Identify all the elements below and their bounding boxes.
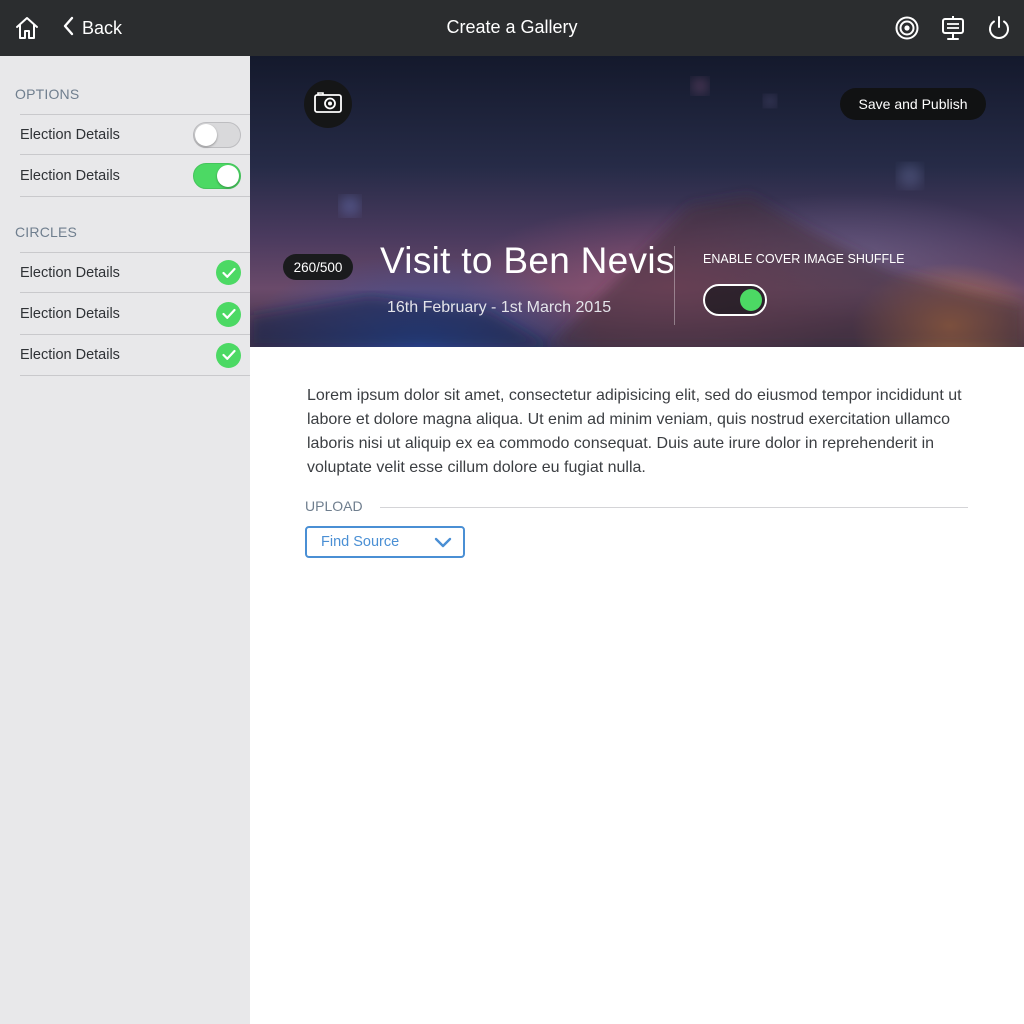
character-counter: 260/500 xyxy=(283,254,353,280)
sidebar: OPTIONS Election Details Election Detail… xyxy=(0,56,250,1024)
checkmark-icon xyxy=(216,342,241,368)
circles-header: CIRCLES xyxy=(15,224,78,240)
option-label: Election Details xyxy=(20,168,120,184)
vertical-divider xyxy=(674,246,675,325)
dropdown-value: Find Source xyxy=(321,534,400,550)
options-header: OPTIONS xyxy=(15,86,80,102)
option-row: Election Details xyxy=(20,156,250,197)
circle-label: Election Details xyxy=(20,347,120,363)
circle-row[interactable]: Election Details xyxy=(20,252,250,293)
camera-icon xyxy=(313,90,343,119)
shuffle-label: ENABLE COVER IMAGE SHUFFLE xyxy=(703,252,905,266)
option-label: Election Details xyxy=(20,126,120,143)
presentation-board-icon[interactable] xyxy=(939,14,967,42)
circle-label: Election Details xyxy=(20,306,120,322)
cover-shuffle-toggle[interactable] xyxy=(703,284,767,316)
cover-image: Save and Publish 260/500 Visit to Ben Ne… xyxy=(250,56,1024,347)
find-source-dropdown[interactable]: Find Source xyxy=(305,526,465,558)
divider xyxy=(380,507,968,508)
checkmark-icon xyxy=(216,260,241,285)
upload-header: UPLOAD xyxy=(305,498,363,514)
option-toggle[interactable] xyxy=(193,163,241,189)
checkmark-icon xyxy=(216,301,241,327)
gallery-dates[interactable]: 16th February - 1st March 2015 xyxy=(387,299,611,317)
top-bar: Back Create a Gallery xyxy=(0,0,1024,56)
chevron-down-icon xyxy=(433,534,453,550)
option-toggle[interactable] xyxy=(193,121,241,148)
gallery-title[interactable]: Visit to Ben Nevis xyxy=(380,240,675,282)
save-and-publish-button[interactable]: Save and Publish xyxy=(840,88,986,120)
target-icon[interactable] xyxy=(893,14,921,42)
circle-row[interactable]: Election Details xyxy=(20,335,250,376)
toggle-knob xyxy=(740,289,762,311)
power-icon[interactable] xyxy=(985,14,1013,42)
option-row: Election Details xyxy=(20,114,250,155)
camera-button[interactable] xyxy=(304,80,352,128)
toggle-knob xyxy=(195,123,217,146)
circle-label: Election Details xyxy=(20,264,120,281)
gallery-description[interactable]: Lorem ipsum dolor sit amet, consectetur … xyxy=(307,384,967,480)
toggle-knob xyxy=(217,165,239,187)
circle-row[interactable]: Election Details xyxy=(20,294,250,335)
page-title: Create a Gallery xyxy=(446,17,578,37)
